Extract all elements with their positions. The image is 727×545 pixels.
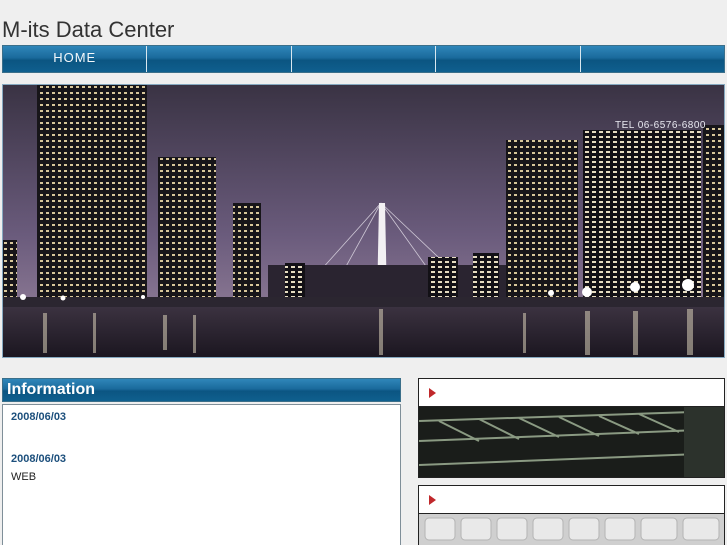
page: M-its Data Center HOME TEL 06-6576-6800 … [0, 0, 727, 545]
nav-item-4[interactable] [436, 46, 581, 72]
arrow-right-icon [429, 495, 436, 505]
main-nav: HOME [2, 45, 725, 73]
nav-item-5[interactable] [580, 46, 725, 72]
steel-structure-image [419, 407, 724, 477]
news-date: 2008/06/03 [11, 453, 67, 465]
information-heading: Information [2, 378, 401, 402]
nav-item-2[interactable] [147, 46, 292, 72]
nav-item-home[interactable]: HOME [3, 46, 148, 72]
information-list: 2008/06/03 2008/06/03 WEB [2, 404, 401, 545]
list-item: 2008/06/03 WEB [11, 453, 392, 483]
keyboard-image [419, 514, 724, 545]
nav-item-3[interactable] [291, 46, 437, 72]
side-link-header[interactable] [419, 379, 724, 407]
news-date: 2008/06/03 [11, 411, 67, 423]
site-title: M-its Data Center [2, 17, 175, 42]
news-text[interactable]: WEB [11, 471, 392, 483]
side-link-header[interactable] [419, 486, 724, 514]
side-link-box-1[interactable] [418, 378, 725, 478]
hero-banner: TEL 06-6576-6800 [2, 84, 725, 358]
list-item: 2008/06/03 [11, 411, 392, 423]
side-link-box-2[interactable] [418, 485, 725, 545]
phone-number: TEL 06-6576-6800 [614, 120, 706, 131]
arrow-right-icon [429, 388, 436, 398]
